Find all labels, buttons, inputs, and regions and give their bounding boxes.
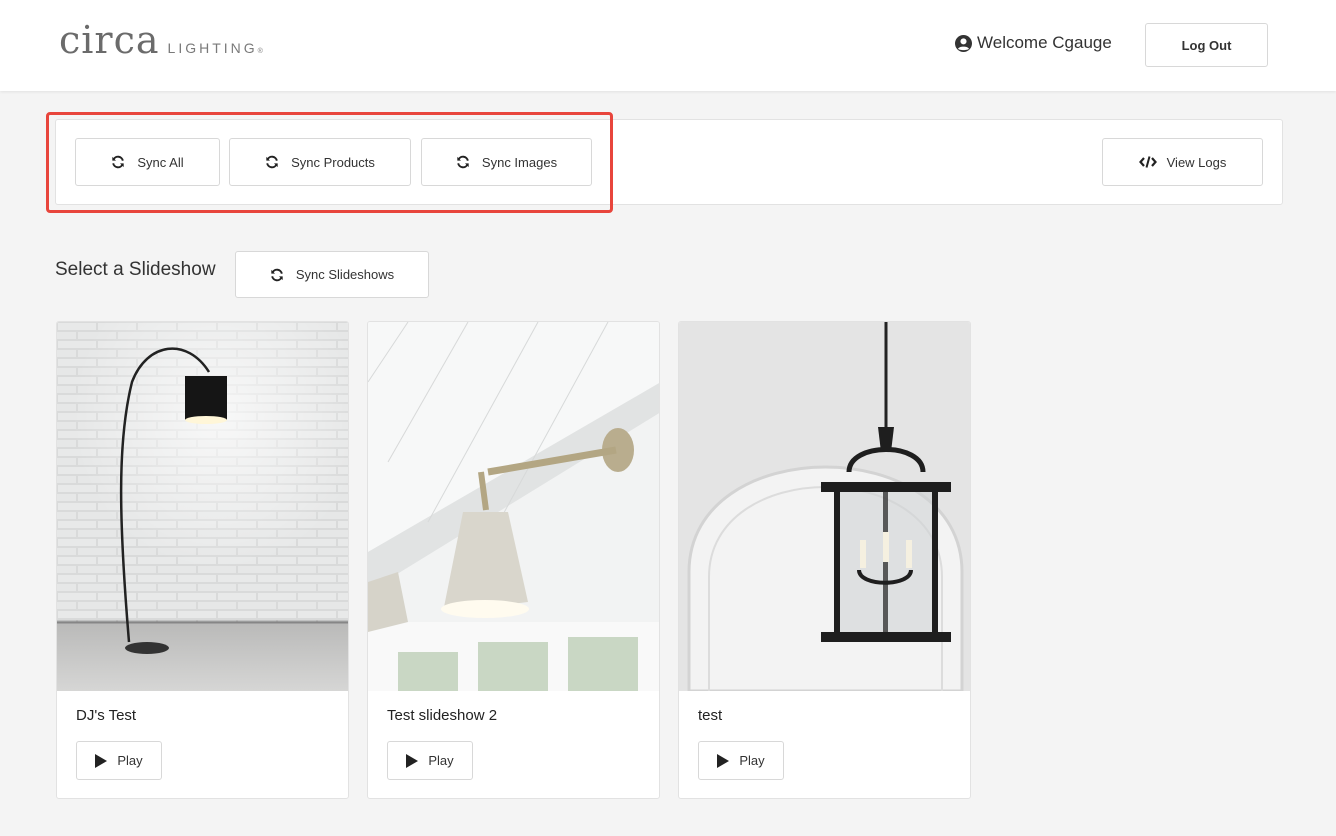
- sync-all-label: Sync All: [137, 154, 184, 170]
- slideshow-card[interactable]: test Play: [678, 321, 971, 799]
- sync-icon: [112, 155, 125, 169]
- user-circle-icon: [955, 34, 972, 52]
- slideshow-thumbnail-floor-lamp[interactable]: [57, 322, 349, 691]
- play-label: Play: [428, 753, 454, 768]
- sync-icon: [271, 268, 283, 281]
- slideshow-title: Test slideshow 2: [387, 707, 498, 724]
- sync-icon: [457, 155, 469, 169]
- logo-wordmark: circa: [59, 18, 160, 62]
- circa-lighting-logo[interactable]: circa LIGHTING ®: [59, 18, 263, 62]
- sync-icon: [266, 155, 278, 169]
- select-slideshow-heading: Select a Slideshow: [55, 259, 216, 280]
- logo-registered-mark: ®: [257, 48, 263, 55]
- play-button[interactable]: Play: [698, 741, 784, 780]
- slideshow-thumbnail-lantern[interactable]: [679, 322, 971, 691]
- slideshow-card[interactable]: Test slideshow 2 Play: [367, 321, 660, 799]
- sync-slideshows-button[interactable]: Sync Slideshows: [235, 251, 429, 298]
- sync-all-button[interactable]: Sync All: [75, 138, 220, 186]
- play-label: Play: [739, 753, 765, 768]
- slideshow-title: test: [698, 707, 723, 724]
- welcome-message: Welcome Cgauge: [955, 33, 1112, 53]
- play-label: Play: [117, 753, 143, 768]
- welcome-text: Welcome Cgauge: [977, 33, 1112, 52]
- slideshow-card[interactable]: DJ's Test Play: [56, 321, 349, 799]
- code-icon: [1138, 156, 1157, 168]
- slideshow-title: DJ's Test: [76, 707, 137, 724]
- play-button[interactable]: Play: [76, 741, 162, 780]
- play-icon: [717, 753, 730, 768]
- sync-images-button[interactable]: Sync Images: [421, 138, 592, 186]
- sync-products-label: Sync Products: [291, 154, 375, 170]
- slideshow-thumbnail-wall-sconce[interactable]: [368, 322, 660, 691]
- sync-images-label: Sync Images: [481, 154, 558, 170]
- play-icon: [95, 753, 108, 768]
- top-header: circa LIGHTING ® Welcome Cgauge Log Out: [0, 0, 1336, 91]
- view-logs-button[interactable]: View Logs: [1102, 138, 1263, 186]
- sync-products-button[interactable]: Sync Products: [229, 138, 411, 186]
- view-logs-label: View Logs: [1166, 154, 1227, 170]
- log-out-button[interactable]: Log Out: [1145, 23, 1268, 67]
- play-button[interactable]: Play: [387, 741, 473, 780]
- sync-slideshows-label: Sync Slideshows: [295, 267, 395, 282]
- play-icon: [406, 753, 419, 768]
- logo-subtitle: LIGHTING: [167, 40, 258, 56]
